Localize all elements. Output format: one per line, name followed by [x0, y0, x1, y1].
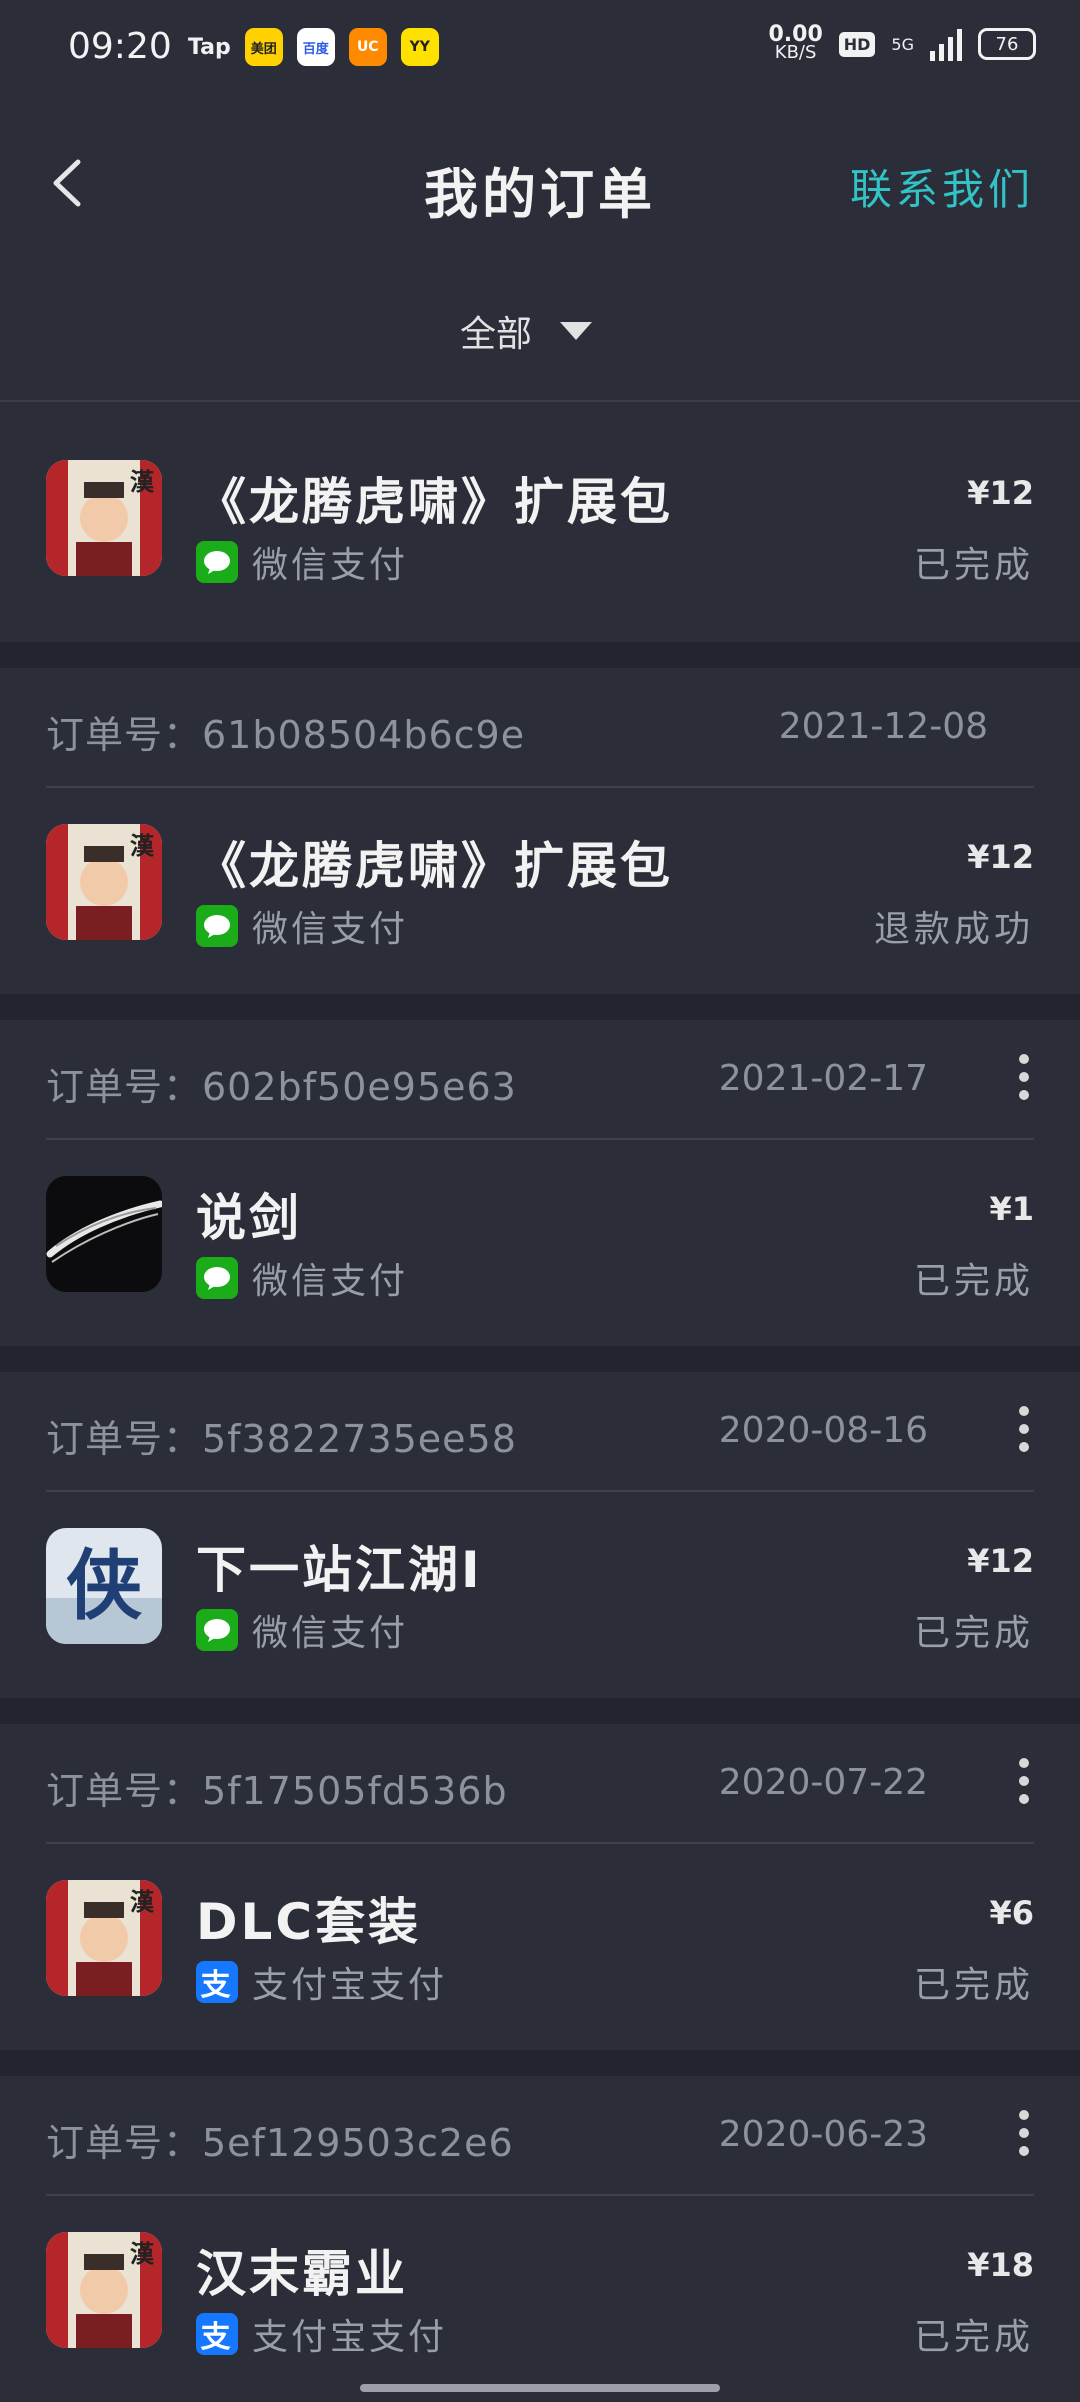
- order-card[interactable]: 订单号：602bf50e95e63 2021-02-17 说剑微信支付 ¥1 已完成: [0, 1020, 1080, 1346]
- order-date: 2021-02-17: [718, 1058, 928, 1099]
- hd-badge: HD: [838, 31, 876, 57]
- filter-label: 全部: [460, 314, 533, 355]
- order-card[interactable]: 订单号：61b08504b6c9e 2021-12-08 漢 《龙腾虎啸》扩展包微信支…: [0, 668, 1080, 994]
- order-header: 订单号：5f17505fd536b 2020-07-22: [46, 1724, 1034, 1844]
- svg-text:漢: 漢: [130, 467, 155, 496]
- alipay-icon: 支: [196, 1961, 238, 2003]
- payment-method: 微信支付: [196, 1604, 408, 1656]
- payment-label: 微信支付: [252, 1613, 409, 1654]
- product-name: 下一站江湖Ⅰ: [196, 1541, 483, 1599]
- order-item[interactable]: 说剑微信支付 ¥1 已完成: [46, 1138, 1034, 1338]
- contact-us-link[interactable]: 联系我们: [850, 156, 1034, 217]
- order-card[interactable]: 订单号：5f3822735ee58 2020-08-16 侠下一站江湖Ⅰ 微信支付 ¥1…: [0, 1372, 1080, 1698]
- taptap-app-icon: Tap: [188, 34, 231, 60]
- product-thumbnail: [46, 1176, 162, 1292]
- order-price: ¥12: [967, 1542, 1034, 1580]
- svg-text:漢: 漢: [130, 1887, 155, 1916]
- wechat-pay-icon: [196, 1257, 238, 1299]
- product-name: 说剑: [196, 1189, 302, 1247]
- order-card[interactable]: 订单号：5ef129503c2e6 2020-06-23 漢汉末霸业支支付宝支付 ¥1…: [0, 2076, 1080, 2402]
- order-header: 订单号：5f3822735ee58 2020-08-16: [46, 1372, 1034, 1492]
- more-options-icon[interactable]: [1014, 2106, 1034, 2158]
- order-item[interactable]: 漢 DLC套装支支付宝支付 ¥6 已完成: [46, 1842, 1034, 2042]
- order-date: 2020-08-16: [718, 1410, 928, 1451]
- payment-label: 微信支付: [252, 1261, 409, 1302]
- meituan-app-icon: 美团: [244, 28, 283, 66]
- svg-text:漢: 漢: [130, 831, 155, 860]
- order-price: ¥6: [989, 1894, 1034, 1932]
- product-thumbnail: 漢: [46, 1880, 162, 1996]
- more-options-icon[interactable]: [1014, 1402, 1034, 1454]
- product-thumbnail: 漢: [46, 2232, 162, 2348]
- order-card[interactable]: 漢 《龙腾虎啸》扩展包微信支付 ¥12 已完成: [0, 402, 1080, 642]
- order-filter-dropdown[interactable]: 全部: [460, 305, 593, 357]
- status-bar: 09:20 Tap 美团 百度 UC YY 0.00 KB/S HD 5G 76: [0, 0, 1080, 100]
- order-price: ¥18: [967, 2246, 1034, 2284]
- payment-method: 微信支付: [196, 900, 408, 952]
- order-date: 2020-07-22: [718, 1762, 928, 1803]
- order-status: 已完成: [913, 1613, 1034, 1654]
- order-status: 已完成: [913, 1965, 1034, 2006]
- order-item[interactable]: 漢汉末霸业支支付宝支付 ¥18 已完成: [46, 2194, 1034, 2394]
- payment-method: 支支付宝支付: [196, 2308, 447, 2360]
- product-name: DLC套装: [196, 1893, 422, 1951]
- alipay-icon: 支: [196, 2313, 238, 2355]
- payment-label: 支付宝支付: [252, 1965, 448, 2006]
- order-status: 已完成: [913, 2317, 1034, 2358]
- order-number: 订单号：61b08504b6c9e: [46, 713, 526, 757]
- svg-text:漢: 漢: [130, 2239, 155, 2268]
- order-card[interactable]: 订单号：5f17505fd536b 2020-07-22 漢 DLC套装支支付宝支付 ¥…: [0, 1724, 1080, 2050]
- product-thumbnail: 侠: [46, 1528, 162, 1644]
- order-status: 已完成: [913, 1261, 1034, 1302]
- order-header: 订单号：5ef129503c2e6 2020-06-23: [46, 2076, 1034, 2196]
- status-indicators: 0.00 KB/S HD 5G 76: [768, 22, 1036, 63]
- status-time: 09:20: [68, 26, 172, 67]
- order-price: ¥1: [989, 1190, 1034, 1228]
- order-item[interactable]: 漢 《龙腾虎啸》扩展包微信支付 ¥12 已完成: [46, 422, 1034, 622]
- product-name: 《龙腾虎啸》扩展包: [196, 837, 673, 895]
- product-name: 汉末霸业: [196, 2245, 408, 2303]
- uc-app-icon: UC: [348, 28, 387, 66]
- order-date: 2021-12-08: [778, 706, 988, 747]
- order-price: ¥12: [967, 838, 1034, 876]
- product-thumbnail: 漢: [46, 824, 162, 940]
- payment-method: 微信支付: [196, 536, 408, 588]
- payment-label: 微信支付: [252, 909, 409, 950]
- product-name: 《龙腾虎啸》扩展包: [196, 473, 673, 531]
- yy-app-icon: YY: [400, 28, 439, 66]
- payment-label: 支付宝支付: [252, 2317, 448, 2358]
- wechat-pay-icon: [196, 541, 238, 583]
- home-indicator[interactable]: [360, 2384, 720, 2392]
- baidu-app-icon: 百度: [296, 28, 335, 66]
- more-options-icon[interactable]: [1014, 1754, 1034, 1806]
- wechat-pay-icon: [196, 905, 238, 947]
- payment-method: 微信支付: [196, 1252, 408, 1304]
- svg-text:侠: 侠: [66, 1541, 143, 1630]
- network-type: 5G: [891, 34, 914, 54]
- order-status: 退款成功: [873, 909, 1034, 950]
- order-number: 订单号：5f3822735ee58: [46, 1417, 517, 1461]
- product-thumbnail: 漢: [46, 460, 162, 576]
- order-item[interactable]: 侠下一站江湖Ⅰ 微信支付 ¥12 已完成: [46, 1490, 1034, 1690]
- network-speed: 0.00 KB/S: [768, 22, 823, 63]
- more-options-icon[interactable]: [1014, 1050, 1034, 1102]
- order-item[interactable]: 漢 《龙腾虎啸》扩展包微信支付 ¥12 退款成功: [46, 786, 1034, 986]
- order-number: 订单号：602bf50e95e63: [46, 1065, 517, 1109]
- order-price: ¥12: [967, 474, 1034, 512]
- payment-label: 微信支付: [252, 545, 409, 586]
- order-header: 订单号：602bf50e95e63 2021-02-17: [46, 1020, 1034, 1140]
- notification-apps: Tap 美团 百度 UC YY: [188, 28, 439, 66]
- order-date: 2020-06-23: [718, 2114, 928, 2155]
- order-number: 订单号：5f17505fd536b: [46, 1769, 508, 1813]
- order-status: 已完成: [913, 545, 1034, 586]
- payment-method: 支支付宝支付: [196, 1956, 447, 2008]
- order-number: 订单号：5ef129503c2e6: [46, 2121, 514, 2165]
- signal-icon: [930, 27, 962, 61]
- order-header: 订单号：61b08504b6c9e 2021-12-08: [46, 668, 1034, 788]
- caret-down-icon: [560, 322, 593, 340]
- battery-icon: 76: [978, 28, 1036, 60]
- wechat-pay-icon: [196, 1609, 238, 1651]
